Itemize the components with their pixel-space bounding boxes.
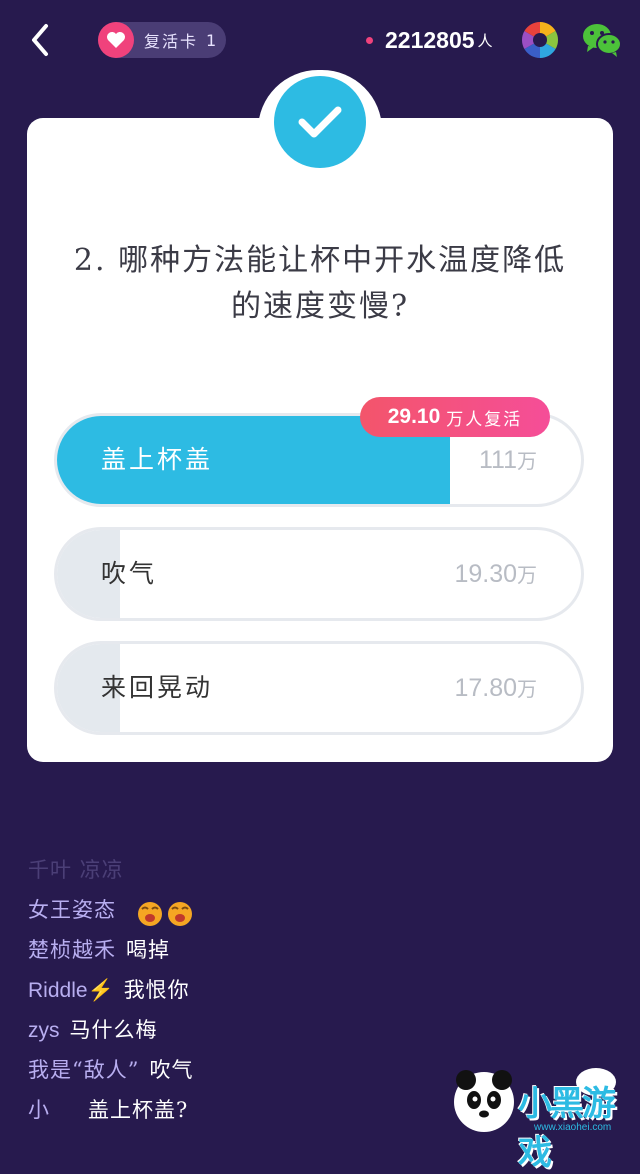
option-count: 19.30万 bbox=[454, 560, 537, 588]
live-dot bbox=[366, 36, 373, 44]
online-count: 2212805 bbox=[385, 26, 475, 53]
option-label: 吹气 bbox=[101, 559, 158, 588]
check-icon bbox=[274, 76, 366, 168]
question-line-2: 的速度变慢? bbox=[230, 289, 410, 324]
revive-badge: 29.10 万人复活 bbox=[360, 397, 550, 437]
revive-card-label: 复活卡 bbox=[144, 32, 199, 51]
option-count: 17.80万 bbox=[454, 674, 537, 702]
heart-icon bbox=[98, 22, 134, 58]
online-counter: 2212805 人 bbox=[366, 24, 493, 56]
wechat-icon[interactable] bbox=[582, 21, 622, 59]
revive-badge-text: 万人复活 bbox=[446, 409, 523, 430]
chat-message: 千叶 凉凉 bbox=[28, 858, 124, 882]
revive-card-pill[interactable]: 复活卡 1 bbox=[98, 22, 226, 58]
question-text: 2. 哪种方法能让杯中开水温度降低 的速度变慢? bbox=[27, 238, 613, 330]
site-watermark-logo: 小黑游戏 www.xiaohei.com bbox=[446, 1062, 640, 1173]
chat-message: 楚桢越禾 喝掉 bbox=[28, 938, 170, 962]
chat-message: zys 马什么梅 bbox=[28, 1018, 158, 1042]
watermark-site: www.xiaohei.com bbox=[534, 1122, 612, 1133]
crying-emoji-icon bbox=[166, 899, 194, 926]
chat-message: 女王姿态 bbox=[28, 890, 628, 930]
revive-card-count: 1 bbox=[206, 30, 217, 50]
revive-badge-number: 29.10 bbox=[387, 405, 441, 428]
option-answer-3[interactable]: 来回晃动 17.80万 bbox=[54, 641, 584, 735]
question-line-1: 2. 哪种方法能让杯中开水温度降低 bbox=[73, 243, 567, 278]
option-label: 盖上杯盖 bbox=[101, 445, 214, 474]
share-aperture-icon[interactable] bbox=[521, 21, 559, 59]
option-label: 来回晃动 bbox=[101, 673, 214, 702]
back-arrow-icon[interactable] bbox=[26, 22, 56, 58]
chat-message: Riddle⚡ 我恨你 bbox=[28, 978, 190, 1002]
option-answer-2[interactable]: 吹气 19.30万 bbox=[54, 527, 584, 621]
crying-emoji-icon bbox=[136, 899, 164, 926]
online-unit: 人 bbox=[477, 31, 493, 50]
